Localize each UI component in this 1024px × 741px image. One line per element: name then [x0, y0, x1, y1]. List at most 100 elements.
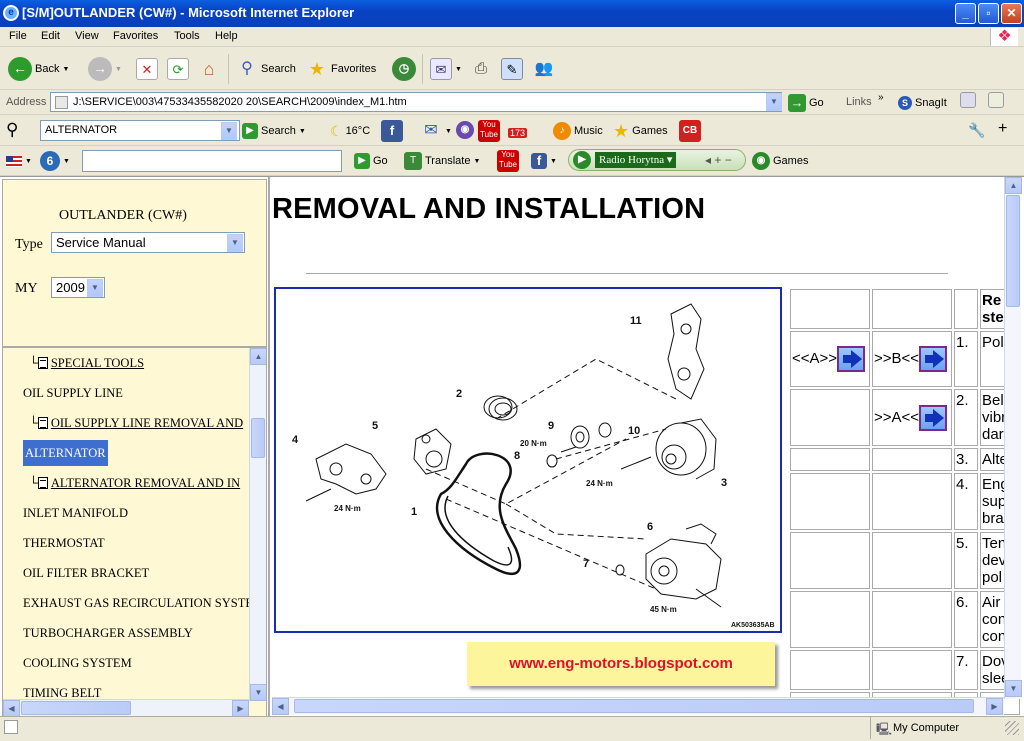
tree-item[interactable]: TURBOCHARGER ASSEMBLY: [23, 626, 193, 641]
close-button[interactable]: ✕: [1001, 3, 1022, 24]
scroll-left-button[interactable]: ◀: [3, 700, 20, 716]
tree-horizontal-scrollbar[interactable]: ◀ ▶: [3, 699, 249, 716]
tree-item[interactable]: OIL SUPPLY LINE: [23, 386, 123, 401]
year-select[interactable]: 2009 ▼: [51, 277, 105, 298]
resize-grip[interactable]: [1005, 721, 1019, 735]
maximize-button[interactable]: ▫: [978, 3, 999, 24]
weather-button[interactable]: ☾ 16°C: [330, 118, 370, 144]
radio-icon[interactable]: ▶: [573, 151, 591, 169]
music-button[interactable]: ♪ Music: [553, 118, 603, 144]
h-scroll-thumb[interactable]: [294, 699, 974, 713]
scroll-up-button[interactable]: ▲: [250, 348, 266, 365]
tree-item[interactable]: INLET MANIFOLD: [23, 506, 128, 521]
snagit-button[interactable]: S SnagIt: [898, 90, 947, 116]
menu-tools[interactable]: Tools: [174, 30, 200, 42]
minimize-button[interactable]: _: [955, 3, 976, 24]
print-button[interactable]: ⎙: [470, 56, 492, 82]
search-dropdown-button[interactable]: ▼: [221, 122, 237, 140]
messenger-icon: 👥: [534, 60, 554, 77]
scroll-right-button[interactable]: ▶: [986, 698, 1003, 715]
type-select[interactable]: Service Manual ▼: [51, 232, 245, 253]
search-magnifier-icon[interactable]: ⚲: [6, 120, 18, 140]
youtube-icon[interactable]: You Tube: [497, 150, 519, 172]
tree-item[interactable]: THERMOSTAT: [23, 536, 105, 551]
youtube-icon[interactable]: You Tube: [478, 120, 500, 142]
scroll-down-button[interactable]: ▼: [250, 684, 266, 701]
left-frame: OUTLANDER (CW#) Type Service Manual ▼ MY…: [0, 177, 270, 717]
facebook-dropdown[interactable]: f ▼: [531, 148, 557, 174]
main-vertical-scrollbar[interactable]: ▲ ▼: [1004, 177, 1022, 699]
history-button[interactable]: ◷: [392, 56, 416, 82]
scroll-down-button[interactable]: ▼: [1005, 680, 1022, 697]
capture-settings-icon[interactable]: [988, 92, 1004, 108]
chevron-double-icon[interactable]: »: [878, 92, 884, 103]
back-arrow-icon: ←: [8, 57, 32, 81]
menu-view[interactable]: View: [75, 30, 99, 42]
scroll-thumb[interactable]: [1006, 195, 1020, 307]
address-dropdown-button[interactable]: ▼: [766, 93, 782, 111]
stop-button[interactable]: ✕: [136, 56, 158, 82]
arrow-right-icon[interactable]: [919, 404, 948, 431]
h-scroll-thumb[interactable]: [21, 701, 131, 715]
address-input[interactable]: J:\SERVICE\003\47533435582020 20\SEARCH\…: [50, 92, 782, 112]
scroll-up-button[interactable]: ▲: [1005, 177, 1022, 194]
tree-item[interactable]: COOLING SYSTEM: [23, 656, 132, 671]
model-title: OUTLANDER (CW#): [59, 208, 187, 223]
tree-item[interactable]: EXHAUST GAS RECIRCULATION SYSTE: [23, 596, 253, 611]
tree-item[interactable]: └ ALTERNATOR REMOVAL AND IN: [29, 476, 240, 491]
tree-item[interactable]: └ OIL SUPPLY LINE REMOVAL AND: [29, 416, 243, 431]
flag-dropdown[interactable]: ▼: [6, 148, 32, 174]
cb-icon[interactable]: CB: [679, 120, 701, 142]
scroll-right-button[interactable]: ▶: [232, 700, 249, 716]
refresh-icon: ⟳: [167, 58, 189, 80]
menu-file[interactable]: File: [9, 30, 27, 42]
tree-item-label: OIL SUPPLY LINE REMOVAL AND: [50, 416, 244, 430]
status-bar: 🖳 My Computer: [0, 716, 1024, 739]
mail-button[interactable]: ✉ ▼: [430, 56, 462, 82]
main-horizontal-scrollbar[interactable]: ◀ ▶: [272, 697, 1004, 715]
tree-item[interactable]: OIL FILTER BRACKET: [23, 566, 149, 581]
back-button[interactable]: ← Back ▼: [8, 56, 69, 82]
translate-button[interactable]: T Translate ▼: [404, 148, 480, 174]
translate-go-button[interactable]: ▶ Go: [354, 148, 388, 174]
games-button[interactable]: ★ Games: [613, 118, 668, 144]
mail-toolbar-button[interactable]: ✉ ▼: [420, 118, 452, 144]
wrench-icon[interactable]: 🔧: [968, 122, 985, 139]
go-button[interactable]: → Go: [788, 90, 824, 116]
capture-icon[interactable]: [960, 92, 976, 108]
arrow-right-icon[interactable]: [837, 346, 866, 372]
links-label[interactable]: Links: [846, 96, 872, 108]
tree-item[interactable]: └ SPECIAL TOOLS: [29, 356, 144, 371]
step-link-label[interactable]: >>B<<: [874, 350, 919, 367]
refresh-button[interactable]: ⟳: [167, 56, 189, 82]
part-callout: 10: [628, 425, 640, 437]
toolbar-search-input[interactable]: ALTERNATOR: [40, 120, 240, 141]
step-link-label[interactable]: <<A>>: [792, 350, 837, 367]
arrow-right-icon[interactable]: [919, 346, 948, 372]
messenger-swirl-icon[interactable]: ◉: [456, 121, 474, 139]
tree-vertical-scrollbar[interactable]: ▲ ▼: [249, 348, 266, 701]
menu-favorites[interactable]: Favorites: [113, 30, 158, 42]
favorites-button[interactable]: ★ Favorites: [306, 56, 376, 82]
plus-icon[interactable]: +: [998, 120, 1007, 138]
radio-station-select[interactable]: Radio Horytna ▾: [595, 152, 677, 168]
scroll-left-button[interactable]: ◀: [272, 698, 289, 715]
games-toolbar-button[interactable]: ◉ Games: [752, 148, 808, 174]
edit-button[interactable]: ✎: [501, 56, 523, 82]
step-link-label[interactable]: >>A<<: [874, 408, 919, 425]
home-button[interactable]: ⌂: [198, 56, 220, 82]
toolbar-6-dropdown[interactable]: 6 ▼: [40, 148, 70, 174]
weather-label: 16°C: [345, 125, 371, 137]
menu-help[interactable]: Help: [215, 30, 238, 42]
forward-button[interactable]: → ▼: [88, 56, 122, 82]
volume-icon[interactable]: ◂ + −: [705, 153, 732, 167]
search-button[interactable]: ⚲ Search: [236, 56, 296, 82]
scroll-thumb[interactable]: [251, 418, 265, 458]
messenger-button[interactable]: 👥: [533, 56, 555, 82]
translate-input[interactable]: [82, 150, 342, 172]
facebook-icon[interactable]: f: [381, 120, 403, 142]
notifications-button[interactable]: 173: [506, 118, 534, 142]
tree-item[interactable]: ALTERNATOR: [23, 440, 108, 466]
toolbar-search-button[interactable]: ▶ Search ▼: [242, 118, 306, 144]
menu-edit[interactable]: Edit: [41, 30, 60, 42]
